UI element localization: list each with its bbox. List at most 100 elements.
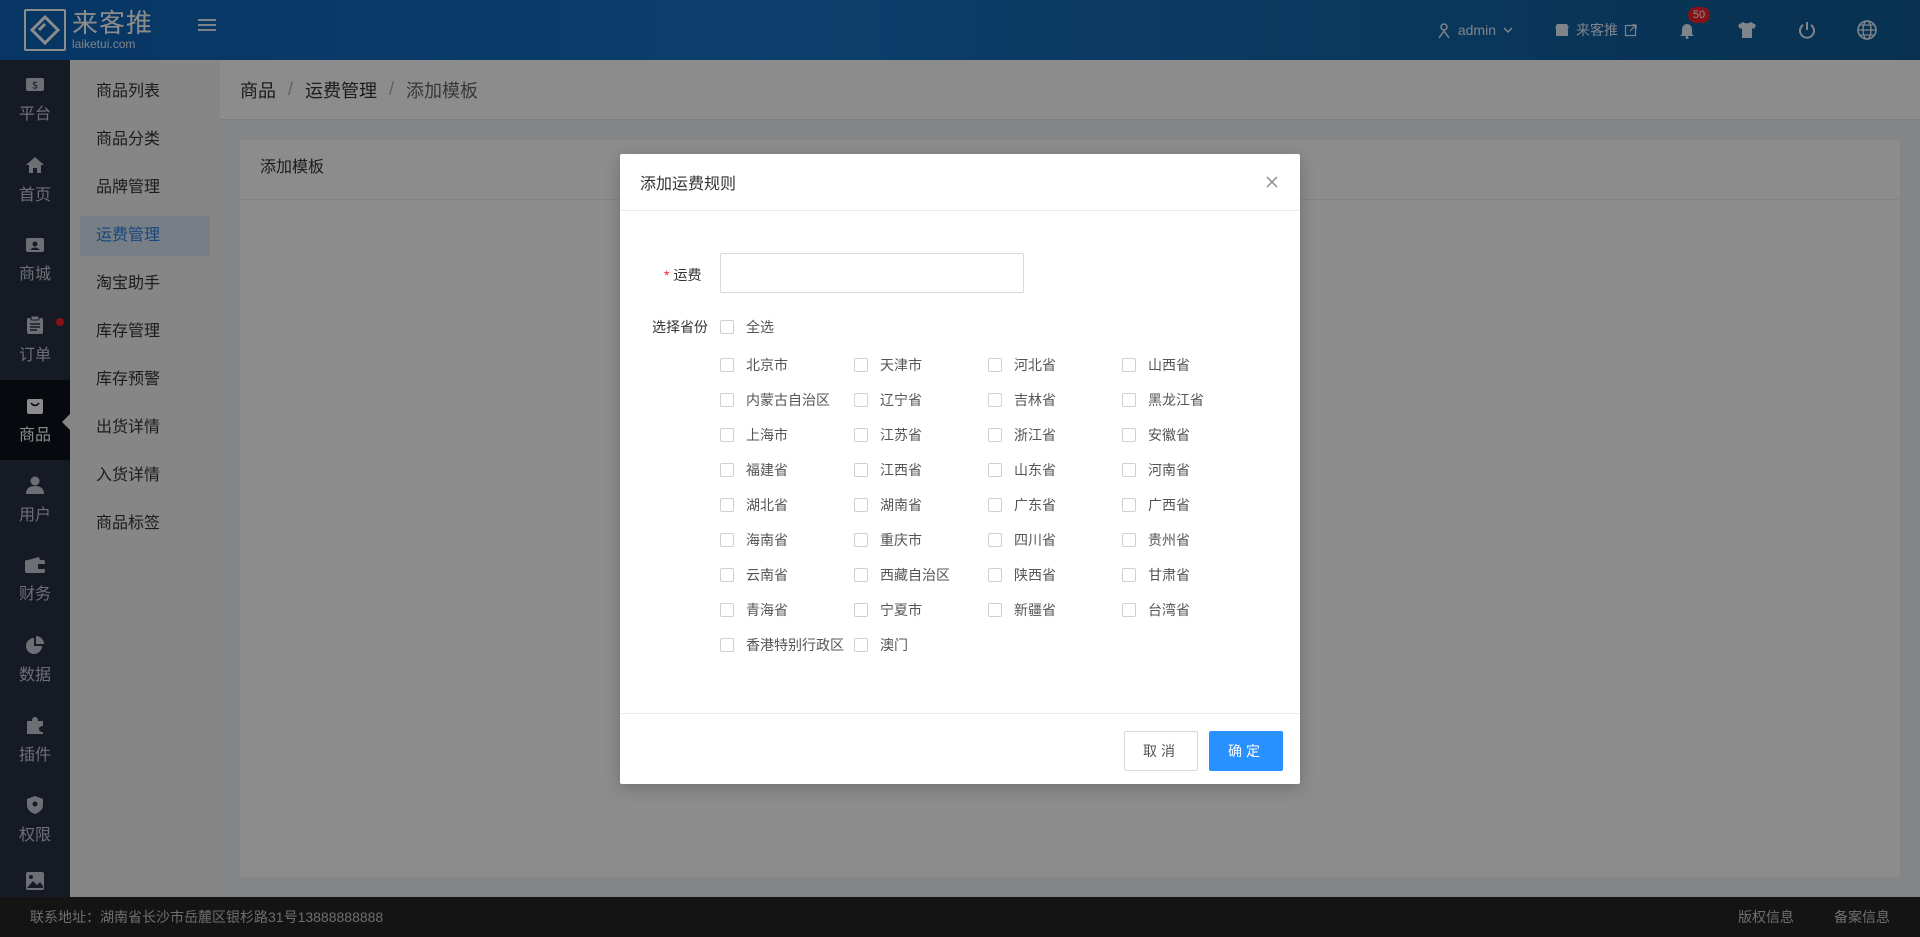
- checkbox-box: [854, 497, 868, 512]
- checkbox-label: 台湾省: [1148, 601, 1190, 618]
- dialog-footer: 取消 确定: [620, 713, 1300, 784]
- province-checkbox[interactable]: 海南省: [720, 522, 854, 557]
- fee-input[interactable]: [720, 253, 1024, 293]
- cancel-button[interactable]: 取消: [1124, 731, 1198, 771]
- checkbox-box: [1122, 427, 1136, 442]
- province-checkbox[interactable]: 浙江省: [988, 417, 1122, 452]
- checkbox-label: 北京市: [746, 356, 788, 373]
- checkbox-box: [720, 427, 734, 442]
- province-label: 选择省份: [652, 319, 708, 335]
- province-checkbox[interactable]: 河北省: [988, 347, 1122, 382]
- checkbox-label: 山西省: [1148, 356, 1190, 373]
- checkbox-label: 宁夏市: [880, 601, 922, 618]
- checkbox-box: [854, 637, 868, 652]
- confirm-button[interactable]: 确定: [1209, 731, 1283, 771]
- checkbox-box: [1122, 392, 1136, 407]
- checkbox-box: [854, 602, 868, 617]
- province-checkbox[interactable]: 宁夏市: [854, 592, 988, 627]
- province-checkbox[interactable]: 青海省: [720, 592, 854, 627]
- checkbox-label: 全选: [746, 319, 774, 335]
- province-checkbox[interactable]: 四川省: [988, 522, 1122, 557]
- checkbox-box: [720, 357, 734, 372]
- checkbox-label: 天津市: [880, 356, 922, 373]
- checkbox-box: [720, 637, 734, 652]
- checkbox-box: [720, 320, 734, 334]
- province-checkbox[interactable]: 安徽省: [1122, 417, 1256, 452]
- province-checkbox[interactable]: 台湾省: [1122, 592, 1256, 627]
- province-checkbox[interactable]: 重庆市: [854, 522, 988, 557]
- province-checkbox[interactable]: 湖北省: [720, 487, 854, 522]
- province-checkbox[interactable]: 福建省: [720, 452, 854, 487]
- checkbox-box: [988, 392, 1002, 407]
- province-checkbox[interactable]: 陕西省: [988, 557, 1122, 592]
- province-checkbox[interactable]: 黑龙江省: [1122, 382, 1256, 417]
- checkbox-box: [1122, 567, 1136, 582]
- dialog-header: 添加运费规则: [620, 154, 1300, 211]
- checkbox-label: 浙江省: [1014, 426, 1056, 443]
- checkbox-box: [988, 497, 1002, 512]
- province-checkbox[interactable]: 河南省: [1122, 452, 1256, 487]
- province-grid: 北京市 天津市 河北省 山西省内蒙古自治区 辽宁省 吉林省 黑龙江省上海市 江苏省 浙江省 安徽省…: [720, 347, 1280, 662]
- province-checkbox[interactable]: 上海市: [720, 417, 854, 452]
- checkbox-label: 新疆省: [1014, 601, 1056, 618]
- checkbox-box: [854, 462, 868, 477]
- checkbox-box: [854, 567, 868, 582]
- checkbox-box: [988, 567, 1002, 582]
- fee-label: * 运费: [664, 265, 701, 285]
- province-checkbox[interactable]: 江苏省: [854, 417, 988, 452]
- checkbox-label: 河南省: [1148, 461, 1190, 478]
- fee-label-text: 运费: [673, 267, 702, 283]
- checkbox-box: [854, 532, 868, 547]
- province-checkbox[interactable]: 广西省: [1122, 487, 1256, 522]
- checkbox-label: 甘肃省: [1148, 566, 1190, 583]
- province-checkbox[interactable]: 贵州省: [1122, 522, 1256, 557]
- province-checkbox[interactable]: 云南省: [720, 557, 854, 592]
- province-checkbox[interactable]: 澳门: [854, 627, 988, 662]
- checkbox-box: [854, 392, 868, 407]
- checkbox-box: [988, 462, 1002, 477]
- checkbox-box: [720, 567, 734, 582]
- province-checkbox[interactable]: 甘肃省: [1122, 557, 1256, 592]
- province-checkbox[interactable]: 江西省: [854, 452, 988, 487]
- province-checkbox[interactable]: 香港特别行政区: [720, 627, 854, 662]
- province-checkbox[interactable]: 内蒙古自治区: [720, 382, 854, 417]
- checkbox-box: [854, 357, 868, 372]
- checkbox-label: 上海市: [746, 426, 788, 443]
- province-checkbox[interactable]: 西藏自治区: [854, 557, 988, 592]
- province-checkbox[interactable]: 吉林省: [988, 382, 1122, 417]
- checkbox-label: 山东省: [1014, 461, 1056, 478]
- checkbox-label: 吉林省: [1014, 391, 1056, 408]
- province-checkbox[interactable]: 新疆省: [988, 592, 1122, 627]
- checkbox-label: 青海省: [746, 601, 788, 618]
- province-checkbox[interactable]: 北京市: [720, 347, 854, 382]
- checkbox-label: 海南省: [746, 531, 788, 548]
- checkbox-label: 黑龙江省: [1148, 391, 1204, 408]
- checkbox-label: 河北省: [1014, 356, 1056, 373]
- checkbox-box: [1122, 357, 1136, 372]
- checkbox-label: 云南省: [746, 566, 788, 583]
- checkbox-label: 四川省: [1014, 531, 1056, 548]
- checkbox-label: 澳门: [880, 636, 908, 653]
- checkbox-label: 广东省: [1014, 496, 1056, 513]
- select-all-checkbox[interactable]: 全选: [720, 317, 774, 337]
- required-mark: *: [664, 267, 670, 283]
- dialog-title: 添加运费规则: [640, 176, 737, 193]
- checkbox-label: 江西省: [880, 461, 922, 478]
- checkbox-box: [1122, 462, 1136, 477]
- province-checkbox[interactable]: 广东省: [988, 487, 1122, 522]
- checkbox-box: [854, 427, 868, 442]
- province-checkbox[interactable]: 天津市: [854, 347, 988, 382]
- checkbox-label: 福建省: [746, 461, 788, 478]
- checkbox-label: 香港特别行政区: [746, 636, 844, 653]
- close-icon[interactable]: [1262, 172, 1282, 192]
- province-checkbox[interactable]: 山西省: [1122, 347, 1256, 382]
- checkbox-box: [1122, 602, 1136, 617]
- checkbox-box: [988, 602, 1002, 617]
- province-checkbox[interactable]: 山东省: [988, 452, 1122, 487]
- checkbox-label: 安徽省: [1148, 426, 1190, 443]
- province-checkbox[interactable]: 辽宁省: [854, 382, 988, 417]
- province-checkbox[interactable]: 湖南省: [854, 487, 988, 522]
- checkbox-box: [988, 357, 1002, 372]
- checkbox-label: 内蒙古自治区: [746, 391, 830, 408]
- checkbox-box: [720, 462, 734, 477]
